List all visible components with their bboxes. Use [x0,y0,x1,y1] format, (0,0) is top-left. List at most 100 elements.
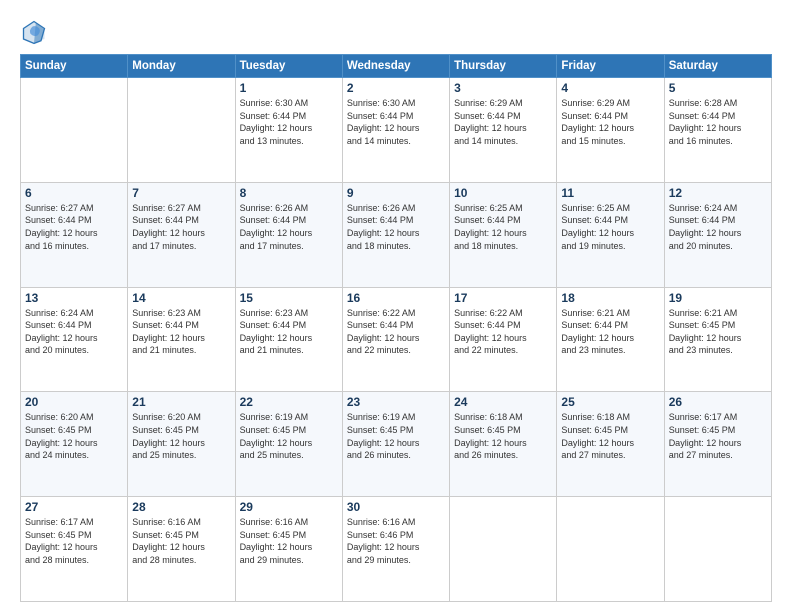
day-info: Sunrise: 6:20 AM Sunset: 6:45 PM Dayligh… [132,411,230,461]
day-info: Sunrise: 6:29 AM Sunset: 6:44 PM Dayligh… [454,97,552,147]
day-info: Sunrise: 6:18 AM Sunset: 6:45 PM Dayligh… [454,411,552,461]
logo [20,18,52,46]
day-number: 21 [132,395,230,409]
calendar-cell: 22Sunrise: 6:19 AM Sunset: 6:45 PM Dayli… [235,392,342,497]
calendar-cell: 19 Sunrise: 6:21 AM Sunset: 6:45 PM Dayli… [664,287,771,392]
day-info: Sunrise: 6:19 AM Sunset: 6:45 PM Dayligh… [240,411,338,461]
calendar-cell: 12 Sunrise: 6:24 AM Sunset: 6:44 PM Dayli… [664,182,771,287]
day-number: 11 [561,186,659,200]
day-info: Sunrise: 6:25 AM Sunset: 6:44 PM Dayligh… [561,202,659,252]
header-day-sunday: Sunday [21,55,128,78]
day-info: Sunrise: 6:26 AM Sunset: 6:44 PM Dayligh… [347,202,445,252]
day-number: 29 [240,500,338,514]
calendar-week-1: 6 Sunrise: 6:27 AM Sunset: 6:44 PM Daylig… [21,182,772,287]
header-day-monday: Monday [128,55,235,78]
header-day-tuesday: Tuesday [235,55,342,78]
header-day-wednesday: Wednesday [342,55,449,78]
day-number: 24 [454,395,552,409]
header-day-saturday: Saturday [664,55,771,78]
day-number: 15 [240,291,338,305]
calendar-cell: 2 Sunrise: 6:30 AM Sunset: 6:44 PM Daylig… [342,78,449,183]
day-info: Sunrise: 6:17 AM Sunset: 6:45 PM Dayligh… [25,516,123,566]
calendar-header-row: SundayMondayTuesdayWednesdayThursdayFrid… [21,55,772,78]
calendar-cell: 1 Sunrise: 6:30 AM Sunset: 6:44 PM Daylig… [235,78,342,183]
calendar-cell [557,497,664,602]
day-info: Sunrise: 6:16 AM Sunset: 6:45 PM Dayligh… [240,516,338,566]
calendar-cell: 9 Sunrise: 6:26 AM Sunset: 6:44 PM Daylig… [342,182,449,287]
day-info: Sunrise: 6:21 AM Sunset: 6:44 PM Dayligh… [561,307,659,357]
day-info: Sunrise: 6:18 AM Sunset: 6:45 PM Dayligh… [561,411,659,461]
calendar-cell: 23 Sunrise: 6:19 AM Sunset: 6:45 PM Dayli… [342,392,449,497]
day-number: 1 [240,81,338,95]
day-info: Sunrise: 6:23 AM Sunset: 6:44 PM Dayligh… [132,307,230,357]
calendar-table: SundayMondayTuesdayWednesdayThursdayFrid… [20,54,772,602]
calendar-week-2: 13 Sunrise: 6:24 AM Sunset: 6:44 PM Dayli… [21,287,772,392]
day-number: 13 [25,291,123,305]
day-number: 27 [25,500,123,514]
day-info: Sunrise: 6:16 AM Sunset: 6:45 PM Dayligh… [132,516,230,566]
day-info: Sunrise: 6:27 AM Sunset: 6:44 PM Dayligh… [132,202,230,252]
day-info: Sunrise: 6:24 AM Sunset: 6:44 PM Dayligh… [669,202,767,252]
calendar-cell: 13 Sunrise: 6:24 AM Sunset: 6:44 PM Dayli… [21,287,128,392]
day-number: 2 [347,81,445,95]
day-info: Sunrise: 6:16 AM Sunset: 6:46 PM Dayligh… [347,516,445,566]
calendar-cell [21,78,128,183]
calendar-cell [664,497,771,602]
calendar-cell: 11 Sunrise: 6:25 AM Sunset: 6:44 PM Dayli… [557,182,664,287]
day-info: Sunrise: 6:28 AM Sunset: 6:44 PM Dayligh… [669,97,767,147]
day-number: 9 [347,186,445,200]
day-info: Sunrise: 6:25 AM Sunset: 6:44 PM Dayligh… [454,202,552,252]
day-info: Sunrise: 6:30 AM Sunset: 6:44 PM Dayligh… [240,97,338,147]
day-number: 14 [132,291,230,305]
day-number: 6 [25,186,123,200]
day-number: 8 [240,186,338,200]
day-info: Sunrise: 6:22 AM Sunset: 6:44 PM Dayligh… [347,307,445,357]
calendar-cell: 3 Sunrise: 6:29 AM Sunset: 6:44 PM Daylig… [450,78,557,183]
calendar-cell: 5 Sunrise: 6:28 AM Sunset: 6:44 PM Daylig… [664,78,771,183]
day-number: 12 [669,186,767,200]
calendar-cell: 7 Sunrise: 6:27 AM Sunset: 6:44 PM Daylig… [128,182,235,287]
day-info: Sunrise: 6:19 AM Sunset: 6:45 PM Dayligh… [347,411,445,461]
calendar-cell: 16Sunrise: 6:22 AM Sunset: 6:44 PM Dayli… [342,287,449,392]
calendar-cell: 24 Sunrise: 6:18 AM Sunset: 6:45 PM Dayli… [450,392,557,497]
calendar-cell: 10 Sunrise: 6:25 AM Sunset: 6:44 PM Dayli… [450,182,557,287]
day-number: 19 [669,291,767,305]
calendar-cell: 17 Sunrise: 6:22 AM Sunset: 6:44 PM Dayli… [450,287,557,392]
day-number: 20 [25,395,123,409]
header-day-friday: Friday [557,55,664,78]
calendar-cell: 14 Sunrise: 6:23 AM Sunset: 6:44 PM Dayli… [128,287,235,392]
day-number: 23 [347,395,445,409]
header [20,18,772,46]
day-number: 10 [454,186,552,200]
day-info: Sunrise: 6:24 AM Sunset: 6:44 PM Dayligh… [25,307,123,357]
calendar-week-0: 1 Sunrise: 6:30 AM Sunset: 6:44 PM Daylig… [21,78,772,183]
day-number: 30 [347,500,445,514]
logo-icon [20,18,48,46]
day-info: Sunrise: 6:30 AM Sunset: 6:44 PM Dayligh… [347,97,445,147]
calendar-cell: 29 Sunrise: 6:16 AM Sunset: 6:45 PM Dayli… [235,497,342,602]
day-number: 25 [561,395,659,409]
day-number: 3 [454,81,552,95]
day-number: 18 [561,291,659,305]
calendar-cell: 28Sunrise: 6:16 AM Sunset: 6:45 PM Dayli… [128,497,235,602]
day-info: Sunrise: 6:17 AM Sunset: 6:45 PM Dayligh… [669,411,767,461]
calendar-cell: 20Sunrise: 6:20 AM Sunset: 6:45 PM Dayli… [21,392,128,497]
calendar-cell: 6 Sunrise: 6:27 AM Sunset: 6:44 PM Daylig… [21,182,128,287]
day-info: Sunrise: 6:21 AM Sunset: 6:45 PM Dayligh… [669,307,767,357]
day-number: 26 [669,395,767,409]
day-info: Sunrise: 6:27 AM Sunset: 6:44 PM Dayligh… [25,202,123,252]
calendar-cell [128,78,235,183]
day-info: Sunrise: 6:22 AM Sunset: 6:44 PM Dayligh… [454,307,552,357]
calendar-cell: 26 Sunrise: 6:17 AM Sunset: 6:45 PM Dayli… [664,392,771,497]
page: SundayMondayTuesdayWednesdayThursdayFrid… [0,0,792,612]
day-number: 7 [132,186,230,200]
day-number: 17 [454,291,552,305]
day-info: Sunrise: 6:29 AM Sunset: 6:44 PM Dayligh… [561,97,659,147]
calendar-cell [450,497,557,602]
header-day-thursday: Thursday [450,55,557,78]
calendar-cell: 30 Sunrise: 6:16 AM Sunset: 6:46 PM Dayli… [342,497,449,602]
calendar-cell: 27 Sunrise: 6:17 AM Sunset: 6:45 PM Dayli… [21,497,128,602]
day-number: 5 [669,81,767,95]
calendar-cell: 4Sunrise: 6:29 AM Sunset: 6:44 PM Daylig… [557,78,664,183]
calendar-cell: 18 Sunrise: 6:21 AM Sunset: 6:44 PM Dayli… [557,287,664,392]
